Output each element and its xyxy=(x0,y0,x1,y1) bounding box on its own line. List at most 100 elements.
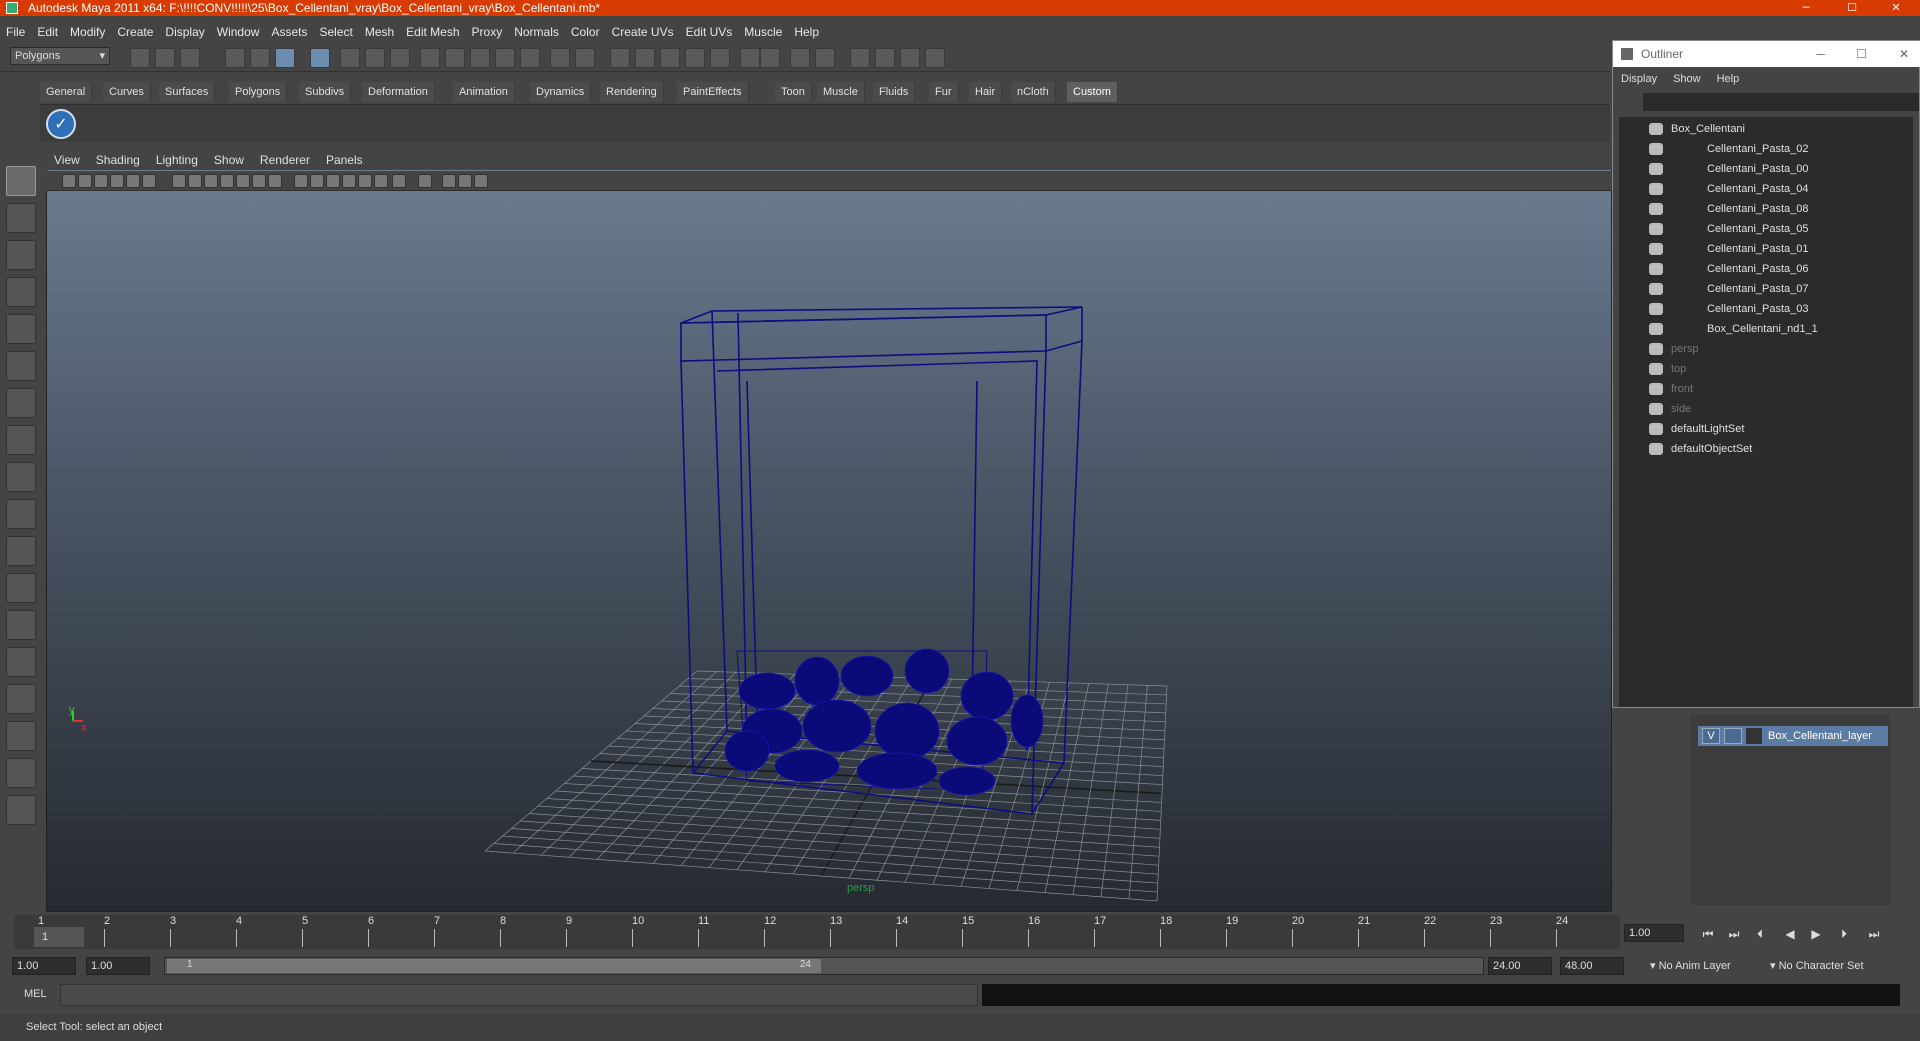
play-backward-button[interactable]: ◀ xyxy=(1780,924,1800,944)
status-tool-icon[interactable] xyxy=(550,48,570,68)
layer-row[interactable]: V Box_Cellentani_layer xyxy=(1698,726,1888,746)
character-set-select[interactable]: ▾ No Character Set xyxy=(1770,957,1890,975)
layer-color-swatch[interactable] xyxy=(1746,728,1762,744)
menu-assets[interactable]: Assets xyxy=(265,22,313,42)
menu-create-uvs[interactable]: Create UVs xyxy=(606,22,680,42)
outliner-menu-show[interactable]: Show xyxy=(1665,69,1709,89)
menu-help[interactable]: Help xyxy=(788,22,825,42)
shelf-tab-ncloth[interactable]: nCloth xyxy=(1011,82,1056,102)
status-tool-icon[interactable] xyxy=(575,48,595,68)
last-tool-icon[interactable] xyxy=(6,499,36,529)
layout-persp-graph-icon[interactable] xyxy=(6,721,36,751)
scene-canvas[interactable]: y x persp xyxy=(47,151,1613,913)
outliner-item[interactable]: defaultObjectSet xyxy=(1619,439,1913,459)
range-slider[interactable]: 1 24 xyxy=(164,957,1484,975)
menu-set-select[interactable]: Polygons ▾ xyxy=(10,47,110,65)
outliner-item[interactable]: top xyxy=(1619,359,1913,379)
outliner-item[interactable]: Cellentani_Pasta_00 xyxy=(1619,159,1913,179)
viewport-tool-icon[interactable] xyxy=(110,174,124,188)
viewport-tool-icon[interactable] xyxy=(458,174,472,188)
shelf-tab-polygons[interactable]: Polygons xyxy=(229,82,288,102)
viewport-tool-icon[interactable] xyxy=(252,174,266,188)
menu-window[interactable]: Window xyxy=(211,22,266,42)
current-time-field[interactable]: 1.00 xyxy=(1624,924,1684,942)
layer-playback-toggle[interactable] xyxy=(1724,728,1742,744)
shelf-tab-toon[interactable]: Toon xyxy=(775,82,812,102)
menu-normals[interactable]: Normals xyxy=(508,22,565,42)
soft-mod-icon[interactable] xyxy=(6,425,36,455)
scale-tool-icon[interactable] xyxy=(6,351,36,381)
outliner-maximize-button[interactable]: ☐ xyxy=(1856,41,1867,67)
show-manip-icon[interactable] xyxy=(6,462,36,492)
shelf-tab-deformation[interactable]: Deformation xyxy=(362,82,435,102)
viewport-tool-icon[interactable] xyxy=(294,174,308,188)
outliner-item[interactable]: Cellentani_Pasta_07 xyxy=(1619,279,1913,299)
status-tool-icon[interactable] xyxy=(470,48,490,68)
outliner-filter-input[interactable] xyxy=(1643,93,1919,111)
viewport-tool-icon[interactable] xyxy=(392,174,406,188)
viewport-tool-icon[interactable] xyxy=(268,174,282,188)
layout-misc-icon[interactable] xyxy=(6,758,36,788)
viewport-menu-show[interactable]: Show xyxy=(206,150,252,170)
layout-hypershade-icon[interactable] xyxy=(6,684,36,714)
shelf-side-handle[interactable] xyxy=(12,82,36,144)
outliner-item[interactable]: Cellentani_Pasta_02 xyxy=(1619,139,1913,159)
shelf-tab-fur[interactable]: Fur xyxy=(929,82,959,102)
menu-edit-uvs[interactable]: Edit UVs xyxy=(680,22,739,42)
viewport-menu-view[interactable]: View xyxy=(46,150,88,170)
viewport-tool-icon[interactable] xyxy=(220,174,234,188)
shelf-tab-subdivs[interactable]: Subdivs xyxy=(299,82,352,102)
status-tool-icon[interactable] xyxy=(520,48,540,68)
lasso-tool-icon[interactable] xyxy=(6,203,36,233)
step-back-frame-button[interactable]: ⏴ xyxy=(1750,924,1770,944)
status-tool-icon[interactable] xyxy=(310,48,330,68)
step-forward-frame-button[interactable]: ⏵ xyxy=(1834,924,1854,944)
shelf-tab-muscle[interactable]: Muscle xyxy=(817,82,865,102)
status-tool-icon[interactable] xyxy=(275,48,295,68)
outliner-item[interactable]: Cellentani_Pasta_01 xyxy=(1619,239,1913,259)
outliner-item[interactable]: Cellentani_Pasta_08 xyxy=(1619,199,1913,219)
viewport-tool-icon[interactable] xyxy=(374,174,388,188)
go-to-start-button[interactable]: ⏮ xyxy=(1698,924,1718,944)
shelf-tab-hair[interactable]: Hair xyxy=(969,82,1003,102)
outliner-item[interactable]: Cellentani_Pasta_04 xyxy=(1619,179,1913,199)
menu-display[interactable]: Display xyxy=(159,22,210,42)
layout-more-icon[interactable] xyxy=(6,795,36,825)
layout-single-icon[interactable] xyxy=(6,536,36,566)
viewport-tool-icon[interactable] xyxy=(326,174,340,188)
viewport-tool-icon[interactable] xyxy=(442,174,456,188)
viewport-tool-icon[interactable] xyxy=(142,174,156,188)
outliner-item[interactable]: Cellentani_Pasta_05 xyxy=(1619,219,1913,239)
outliner-item[interactable]: Box_Cellentani xyxy=(1619,119,1913,139)
outliner-menu-display[interactable]: Display xyxy=(1613,69,1665,89)
menu-select[interactable]: Select xyxy=(313,22,358,42)
status-tool-icon[interactable] xyxy=(420,48,440,68)
status-tool-icon[interactable] xyxy=(685,48,705,68)
checkmark-icon[interactable]: ✓ xyxy=(46,109,76,139)
menu-muscle[interactable]: Muscle xyxy=(738,22,788,42)
shelf-tab-painteffects[interactable]: PaintEffects xyxy=(677,82,749,102)
outliner-item[interactable]: defaultLightSet xyxy=(1619,419,1913,439)
play-forward-button[interactable]: ▶ xyxy=(1806,924,1826,944)
viewport-tool-icon[interactable] xyxy=(474,174,488,188)
status-tool-icon[interactable] xyxy=(900,48,920,68)
outliner-item[interactable]: Cellentani_Pasta_06 xyxy=(1619,259,1913,279)
menu-edit-mesh[interactable]: Edit Mesh xyxy=(400,22,465,42)
status-tool-icon[interactable] xyxy=(710,48,730,68)
viewport-tool-icon[interactable] xyxy=(62,174,76,188)
viewport-tool-icon[interactable] xyxy=(358,174,372,188)
status-tool-icon[interactable] xyxy=(390,48,410,68)
status-tool-icon[interactable] xyxy=(340,48,360,68)
move-tool-icon[interactable] xyxy=(6,277,36,307)
status-tool-icon[interactable] xyxy=(925,48,945,68)
status-tool-icon[interactable] xyxy=(875,48,895,68)
layout-outliner-icon[interactable] xyxy=(6,610,36,640)
menu-color[interactable]: Color xyxy=(565,22,606,42)
minimize-button[interactable]: ─ xyxy=(1786,0,1826,16)
viewport-tool-icon[interactable] xyxy=(172,174,186,188)
status-tool-icon[interactable] xyxy=(660,48,680,68)
menu-proxy[interactable]: Proxy xyxy=(466,22,509,42)
menu-file[interactable]: File xyxy=(0,22,31,42)
viewport-tool-icon[interactable] xyxy=(188,174,202,188)
status-tool-icon[interactable] xyxy=(740,48,760,68)
